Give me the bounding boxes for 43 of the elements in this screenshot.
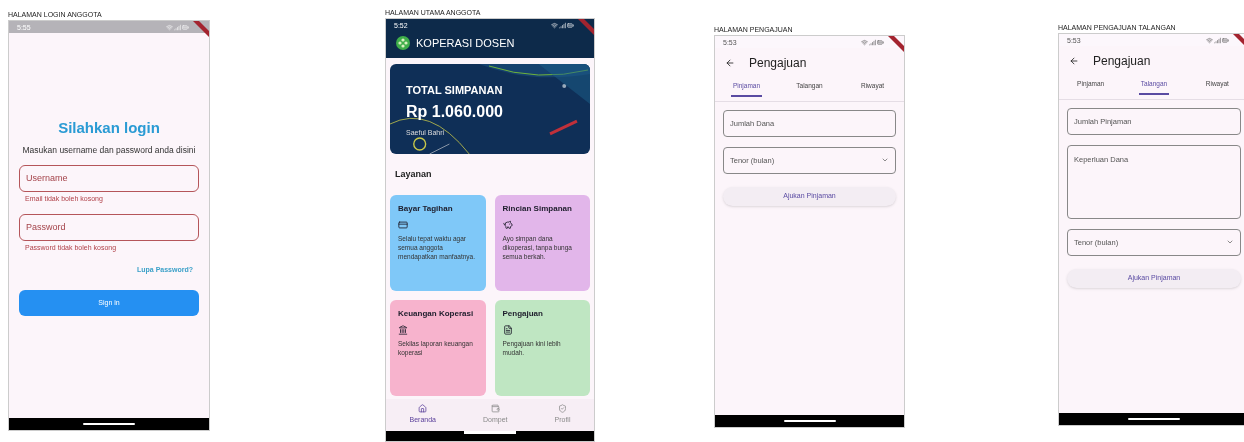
- home-indicator[interactable]: [783, 420, 836, 422]
- wifi-icon: [861, 38, 868, 46]
- document-icon: [502, 325, 513, 335]
- piggy-bank-icon: [502, 220, 513, 230]
- back-icon[interactable]: [725, 58, 735, 68]
- battery-icon: [877, 38, 884, 46]
- debug-ribbon-icon: [578, 19, 594, 35]
- logo-icon: [396, 36, 410, 51]
- wallet-icon: [490, 404, 500, 414]
- wifi-icon: [551, 21, 558, 29]
- home-indicator[interactable]: [1128, 418, 1180, 420]
- balance-amount: Rp 1.060.000: [406, 102, 504, 122]
- debug-ribbon-icon: [888, 36, 904, 52]
- service-title: Bayar Tagihan: [398, 203, 454, 215]
- shield-icon: [558, 404, 567, 414]
- screen-title: Pengajuan: [749, 55, 807, 72]
- home-indicator[interactable]: [83, 423, 135, 425]
- home-icon: [418, 404, 428, 414]
- battery-icon: [1222, 36, 1229, 44]
- service-title: Keuangan Koperasi: [398, 308, 475, 320]
- bank-icon: [398, 325, 408, 335]
- login-title: Silahkan login: [57, 118, 161, 138]
- wifi-icon: [166, 23, 173, 31]
- text-field[interactable]: Username: [19, 165, 199, 193]
- credit-card-icon: [398, 220, 408, 230]
- back-icon[interactable]: [1069, 56, 1079, 66]
- signal-icon: [869, 38, 876, 46]
- screen-title: Pengajuan: [1093, 53, 1151, 70]
- balance-label: TOTAL SIMPANAN: [406, 82, 504, 98]
- home-indicator[interactable]: [464, 431, 516, 434]
- text-field[interactable]: Password: [19, 213, 199, 241]
- signal-icon: [559, 21, 566, 29]
- wifi-icon: [1206, 36, 1213, 44]
- signal-icon: [1214, 36, 1221, 44]
- battery-icon: [182, 23, 189, 31]
- signal-icon: [174, 23, 181, 31]
- section-title: Layanan: [394, 167, 433, 181]
- login-subtitle: Masukan username dan password anda disini: [21, 143, 197, 157]
- service-title: Rincian Simpanan: [502, 203, 573, 215]
- battery-icon: [567, 21, 574, 29]
- debug-ribbon-icon: [193, 21, 209, 37]
- app-title: KOPERASI DOSEN: [416, 36, 515, 51]
- service-title: Pengajuan: [502, 308, 544, 320]
